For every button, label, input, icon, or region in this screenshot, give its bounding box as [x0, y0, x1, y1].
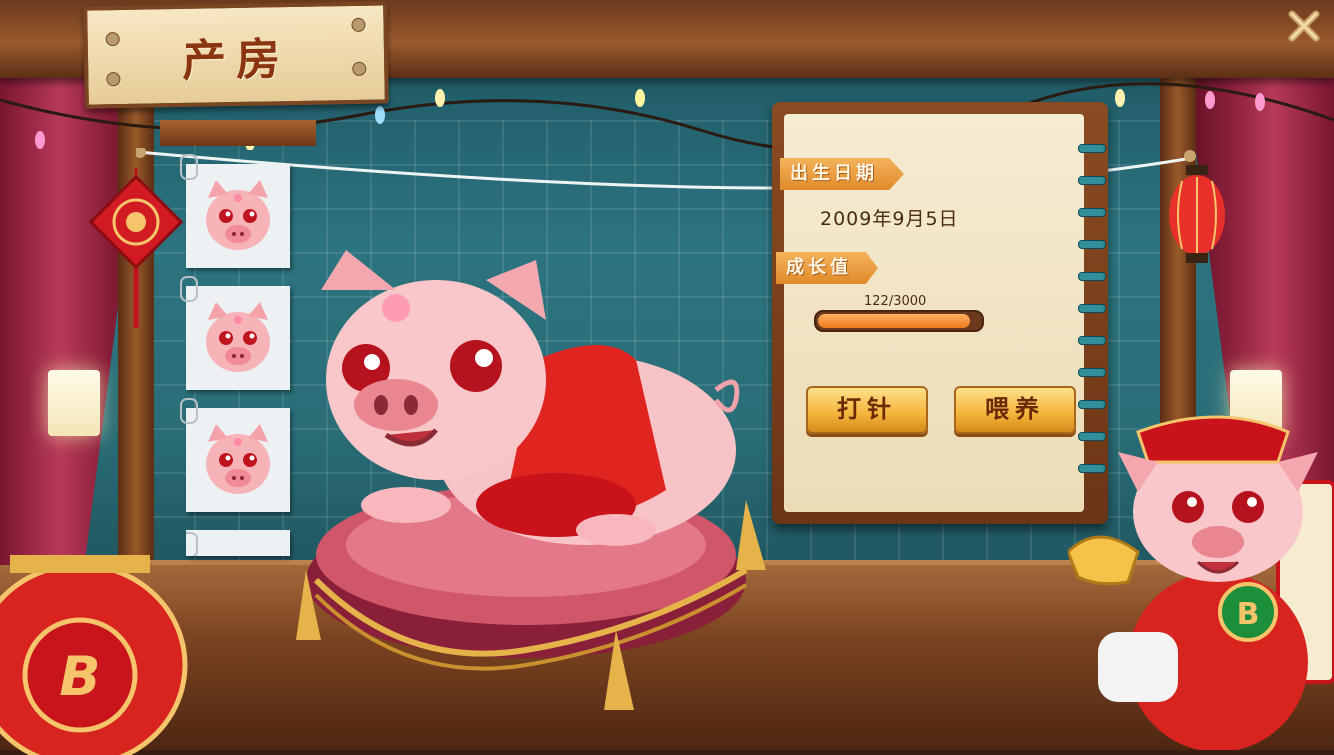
page-title: 产房 — [181, 34, 291, 87]
binder-ring — [1078, 144, 1106, 153]
piglet-face-icon — [206, 180, 270, 250]
inject-button[interactable]: 打针 — [806, 386, 928, 434]
pig-on-cushion-icon — [296, 250, 766, 710]
wall-lamp-left — [48, 370, 100, 436]
binder-ring — [1078, 400, 1106, 409]
growth-progress-bar — [814, 310, 984, 332]
growth-label: 成长值 — [776, 252, 878, 284]
chinese-knot-icon — [88, 168, 184, 328]
piglet-thumb-1[interactable] — [180, 154, 290, 268]
binder-ring — [1078, 336, 1106, 345]
feed-button[interactable]: 喂养 — [954, 386, 1076, 434]
binder-ring — [1078, 368, 1106, 377]
piglet-thumb-2[interactable] — [180, 276, 290, 390]
piglet-thumb-3[interactable] — [180, 398, 290, 512]
binder-ring — [1078, 176, 1106, 185]
birth-date-label: 出生日期 — [780, 158, 904, 190]
info-panel: 出生日期 2009年9月5日 成长值 122/3000 打针 喂养 — [772, 102, 1108, 524]
svg-text:B: B — [59, 645, 100, 708]
close-x-icon — [1288, 10, 1320, 42]
info-paper: 出生日期 2009年9月5日 成长值 122/3000 打针 喂养 — [776, 114, 1084, 512]
close-button[interactable] — [1284, 6, 1324, 46]
photo-hanger — [160, 120, 316, 146]
growth-value-text: 122/3000 — [864, 294, 927, 309]
binder-ring — [1078, 272, 1106, 281]
birth-date-value: 2009年9月5日 — [820, 208, 959, 230]
binder-ring — [1078, 240, 1106, 249]
title-board: 产房 — [83, 1, 389, 109]
piglet-thumb-4[interactable] — [186, 530, 290, 556]
svg-text:B: B — [1237, 597, 1260, 632]
pig-mascot-icon: B — [1068, 415, 1334, 750]
binder-ring — [1078, 304, 1106, 313]
piglet-face-icon — [206, 424, 270, 494]
growth-progress-fill — [818, 314, 971, 328]
red-lantern-icon — [1169, 165, 1225, 263]
binder-ring — [1078, 208, 1106, 217]
piglet-face-icon — [206, 302, 270, 372]
red-lantern-icon: B — [0, 555, 188, 755]
